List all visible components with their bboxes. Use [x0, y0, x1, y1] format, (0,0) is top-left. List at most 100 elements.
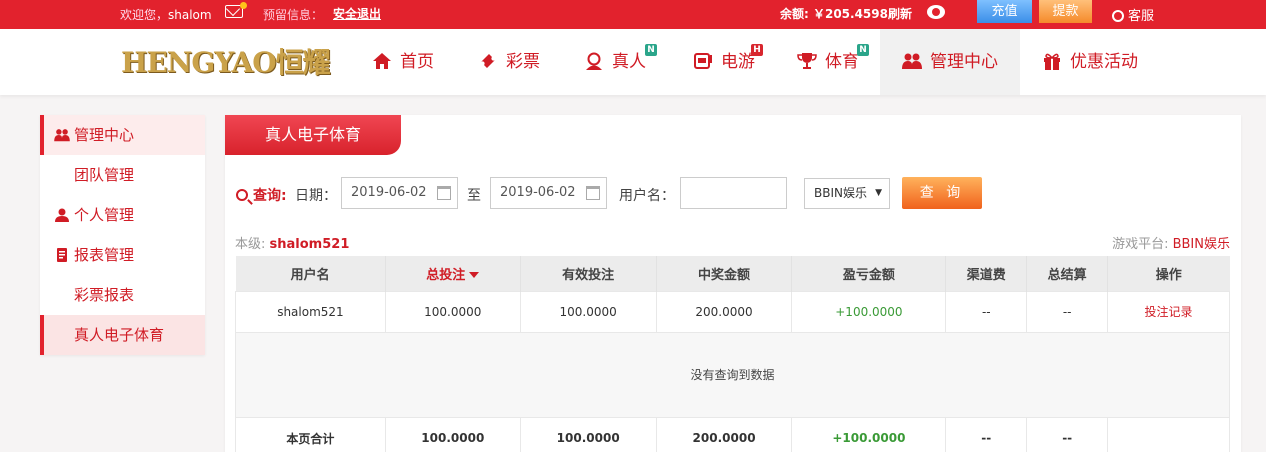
- users-icon: [54, 129, 70, 142]
- cell-username: shalom521: [235, 290, 386, 332]
- total-valid-bet: 100.0000: [519, 416, 657, 452]
- nav-label: 真人: [612, 52, 646, 72]
- site-logo[interactable]: HENGYAO恒耀: [121, 44, 331, 81]
- sidebar-item-lottery-report[interactable]: 彩票报表: [40, 275, 205, 315]
- level-info: 本级: shalom521: [235, 233, 349, 252]
- username-label: shalom: [168, 8, 212, 22]
- total-action: [1107, 416, 1230, 452]
- date-to-input[interactable]: 2019-06-02: [490, 177, 607, 209]
- nav-item-live[interactable]: 真人: [584, 29, 646, 95]
- calendar-icon[interactable]: [586, 186, 600, 200]
- refresh-link[interactable]: 刷新: [888, 5, 912, 22]
- withdraw-button[interactable]: 提款: [1039, 0, 1092, 23]
- nav-label: 彩票: [506, 52, 540, 72]
- nav-badge: N: [857, 44, 869, 56]
- sidebar-item-report-management[interactable]: 报表管理: [40, 235, 205, 275]
- username-input[interactable]: [680, 177, 787, 209]
- home-icon: [373, 53, 391, 69]
- sidebar-item-team-management[interactable]: 团队管理: [40, 155, 205, 195]
- date-from-value: 2019-06-02: [351, 185, 427, 200]
- nav-label: 首页: [400, 52, 434, 72]
- nav-label: 优惠活动: [1070, 52, 1138, 72]
- platform-info: 游戏平台: BBIN娱乐: [1112, 233, 1230, 252]
- sidebar-label: 团队管理: [74, 166, 135, 184]
- total-label: 本页合计: [235, 416, 386, 452]
- eye-icon[interactable]: [927, 5, 945, 19]
- report-panel: 真人电子体育 查询: 日期： 2019-06-02 至 2019-06-02 用…: [225, 115, 1241, 452]
- nav-item-slots[interactable]: 电游: [693, 29, 755, 95]
- user-icon: [55, 208, 69, 222]
- balance-text: 余额: ￥205.4598: [780, 7, 888, 21]
- sidebar: 管理中心 团队管理 个人管理 报表管理 彩票报表 真人电子体育: [40, 115, 205, 355]
- col-win-amount: 中奖金额: [655, 256, 792, 291]
- sidebar-item-live-electronic-sports[interactable]: 真人电子体育: [40, 315, 205, 355]
- charge-button[interactable]: 充值: [977, 0, 1032, 23]
- tab-live-electronic-sports[interactable]: 真人电子体育: [225, 115, 401, 155]
- col-total-bet[interactable]: 总投注: [384, 256, 521, 291]
- total-bet: 100.0000: [384, 416, 521, 452]
- nav-badge: H: [751, 44, 763, 56]
- gift-icon: [1044, 53, 1060, 70]
- welcome-label: 欢迎您，: [120, 8, 169, 22]
- notification-dot: [240, 2, 247, 9]
- col-username: 用户名: [235, 256, 386, 291]
- cell-action: 投注记录: [1107, 290, 1230, 332]
- platform-select[interactable]: BBIN娱乐 ▼: [804, 178, 890, 209]
- table-header: 用户名 总投注 有效投注 中奖金额 盈亏金额 渠道费 总结算 操作: [235, 256, 1230, 291]
- sidebar-label: 彩票报表: [74, 286, 135, 304]
- date-from-input[interactable]: 2019-06-02: [341, 177, 458, 209]
- ticket-icon: [481, 54, 495, 68]
- platform-value: BBIN娱乐: [1172, 237, 1230, 252]
- nav-item-sports[interactable]: 体育: [797, 29, 859, 95]
- query-label: 查询:: [236, 185, 287, 205]
- cell-channel-fee: --: [945, 290, 1027, 332]
- search-icon: [236, 189, 248, 201]
- nav-item-management[interactable]: 管理中心: [880, 29, 1020, 95]
- query-text: 查询:: [253, 188, 287, 204]
- empty-message: 没有查询到数据: [235, 331, 1230, 417]
- cell-total-bet: 100.0000: [384, 290, 521, 332]
- username-label: 用户名：: [619, 188, 675, 204]
- level-user[interactable]: shalom521: [270, 237, 350, 252]
- sidebar-label: 个人管理: [74, 206, 135, 224]
- reserved-info-label: 预留信息：: [263, 8, 324, 22]
- nav-item-home[interactable]: 首页: [372, 29, 434, 95]
- cell-valid-bet: 100.0000: [519, 290, 657, 332]
- nav-badge: N: [645, 44, 657, 56]
- logout-link[interactable]: 安全退出: [333, 5, 381, 22]
- calendar-icon[interactable]: [437, 186, 451, 200]
- welcome-text: 欢迎您，shalom: [120, 6, 212, 23]
- main-nav: HENGYAO恒耀 首页 彩票 真人 N 电游 H 体育 N 管理中心 优惠活动: [0, 29, 1266, 95]
- nav-item-promotions[interactable]: 优惠活动: [1042, 29, 1138, 95]
- slot-machine-icon: [694, 53, 712, 69]
- bet-record-link[interactable]: 投注记录: [1145, 305, 1193, 319]
- date-to-value: 2019-06-02: [500, 185, 576, 200]
- users-icon: [902, 53, 922, 69]
- total-profit: +100.0000: [791, 416, 946, 452]
- sidebar-item-personal-management[interactable]: 个人管理: [40, 195, 205, 235]
- service-label: 客服: [1128, 9, 1155, 24]
- sidebar-label: 报表管理: [74, 246, 135, 264]
- total-row: 本页合计 100.0000 100.0000 200.0000 +100.000…: [235, 416, 1230, 452]
- sort-desc-icon: [469, 271, 480, 278]
- col-total-bet-label: 总投注: [426, 267, 466, 283]
- date-label: 日期：: [295, 188, 337, 204]
- report-table: 用户名 总投注 有效投注 中奖金额 盈亏金额 渠道费 总结算 操作 shalom…: [235, 256, 1230, 452]
- sidebar-label: 真人电子体育: [74, 326, 165, 344]
- report-icon: [57, 248, 67, 262]
- nav-item-lottery[interactable]: 彩票: [478, 29, 540, 95]
- col-action: 操作: [1107, 256, 1230, 291]
- sidebar-item-management-center[interactable]: 管理中心: [40, 115, 205, 155]
- col-channel-fee: 渠道费: [945, 256, 1027, 291]
- search-button[interactable]: 查 询: [902, 177, 982, 209]
- total-win-amount: 200.0000: [655, 416, 792, 452]
- sidebar-label: 管理中心: [74, 126, 135, 144]
- total-channel-fee: --: [945, 416, 1027, 452]
- trophy-icon: [797, 53, 817, 69]
- chevron-down-icon: ▼: [875, 188, 882, 198]
- cell-settlement: --: [1026, 290, 1108, 332]
- table-row: shalom521 100.0000 100.0000 200.0000 +10…: [235, 290, 1230, 332]
- col-valid-bet: 有效投注: [519, 256, 657, 291]
- level-label: 本级:: [235, 237, 266, 252]
- customer-service-link[interactable]: 客服: [1112, 5, 1154, 24]
